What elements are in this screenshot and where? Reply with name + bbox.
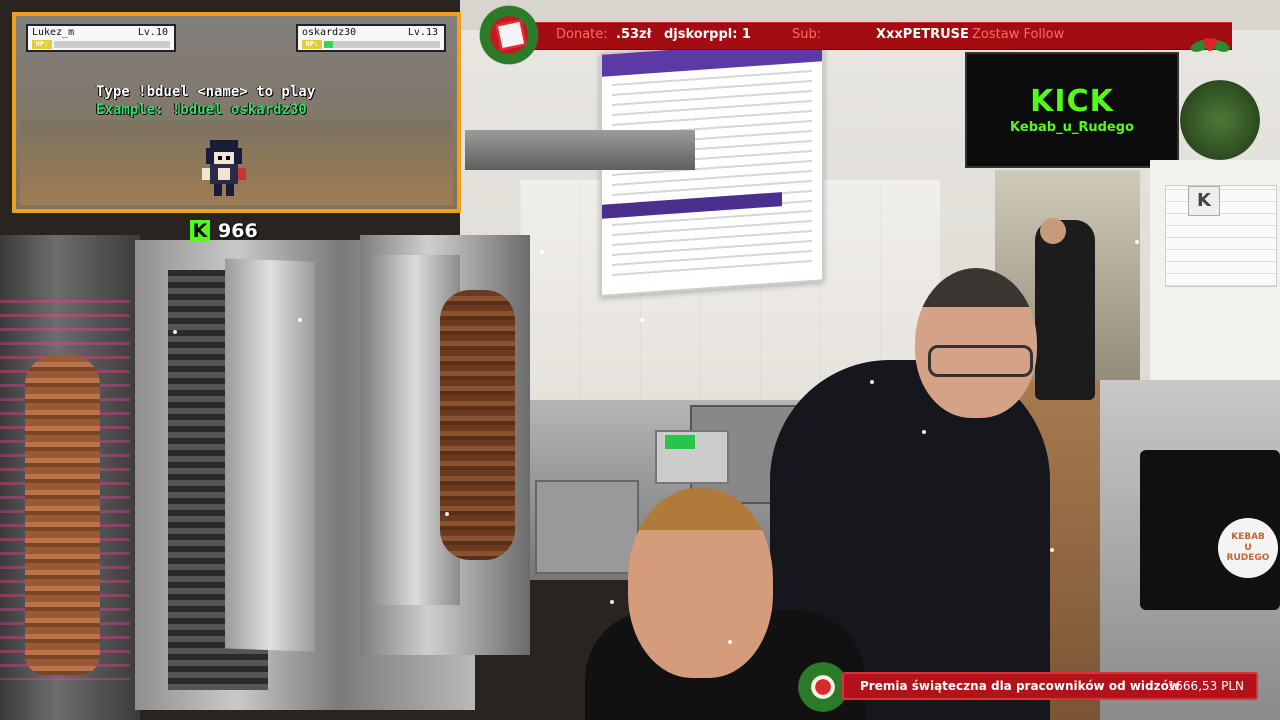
player-2-name: oskardz30: [302, 27, 357, 38]
event-ticker: Donate: .53zł djskorppl: 1 Sub: XxxPETRU…: [520, 22, 1232, 50]
ticker-sub-user: XxxPETRUSE: [876, 27, 969, 42]
holly-icon: [1190, 38, 1230, 52]
sticker-line-3: RUDEGO: [1226, 553, 1270, 564]
note-board: [1165, 185, 1277, 287]
player-2-level: Lv.13: [407, 27, 438, 38]
sticker-line-1: KEBAB: [1231, 531, 1265, 542]
kebab-spit-2: [440, 290, 515, 560]
player-1-level: Lv.10: [137, 27, 168, 38]
glasses: [928, 345, 1033, 377]
sticker-line-2: U: [1244, 542, 1252, 553]
person-glasses-head: [915, 268, 1037, 418]
holiday-bonus-bar: Premia świąteczna dla pracowników od wid…: [842, 672, 1258, 700]
k-sign: K: [1188, 186, 1220, 216]
tv-screen: KICK Kebab_u_Rudego: [965, 52, 1179, 168]
person-redhead-head: [628, 488, 773, 678]
ticker-sub-label: Sub:: [792, 27, 822, 42]
viewer-count-value: 966: [218, 220, 258, 242]
player-card-2: oskardz30 Lv.13 HP:: [296, 24, 446, 52]
ticker-donate-amount: .53zł: [616, 27, 652, 42]
bonus-amount: 1666,53 PLN: [1167, 679, 1244, 693]
kebab-spit-1: [25, 355, 100, 675]
grill-door: [225, 258, 315, 652]
kebab-u-rudego-sticker: KEBAB U RUDEGO: [1218, 518, 1278, 578]
player-card-1: Lukez_m Lv.10 HP:: [26, 24, 176, 52]
tv-brand: KICK: [1030, 84, 1114, 119]
player-1-name: Lukez_m: [32, 27, 75, 38]
plant: [1180, 80, 1260, 160]
kick-logo-icon: K: [190, 220, 210, 242]
bonus-message: Premia świąteczna dla pracowników od wid…: [860, 679, 1180, 693]
game-example: Example: !bduel oskardz30: [96, 102, 307, 118]
background-worker: [1035, 220, 1095, 400]
game-instruction: Type !bduel <name> to play: [96, 84, 316, 100]
ticker-donate-user: djskorppl: 1: [664, 27, 751, 42]
duel-game-overlay: Lukez_m Lv.10 HP: oskardz30 Lv.13 HP: Ty…: [12, 12, 461, 213]
fryer: [535, 480, 639, 574]
ticker-donate-label: Donate:: [556, 27, 608, 42]
player-2-hp-label: HP:: [302, 40, 322, 49]
player-2-hp-fill: [324, 41, 334, 48]
gift-icon: [478, 4, 540, 66]
player-2-hp-bar: [324, 41, 440, 48]
pixel-character-icon: [202, 140, 246, 196]
player-1-hp-label: HP:: [32, 40, 52, 49]
range-hood: [465, 130, 695, 170]
player-1-hp-bar: [54, 41, 170, 48]
ticker-follow-label: Zostaw Follow: [972, 27, 1065, 42]
background-worker-head: [1040, 218, 1066, 244]
tv-channel-name: Kebab_u_Rudego: [1010, 120, 1134, 135]
viewer-count: K 966: [190, 218, 258, 244]
scale-display: [665, 435, 695, 449]
